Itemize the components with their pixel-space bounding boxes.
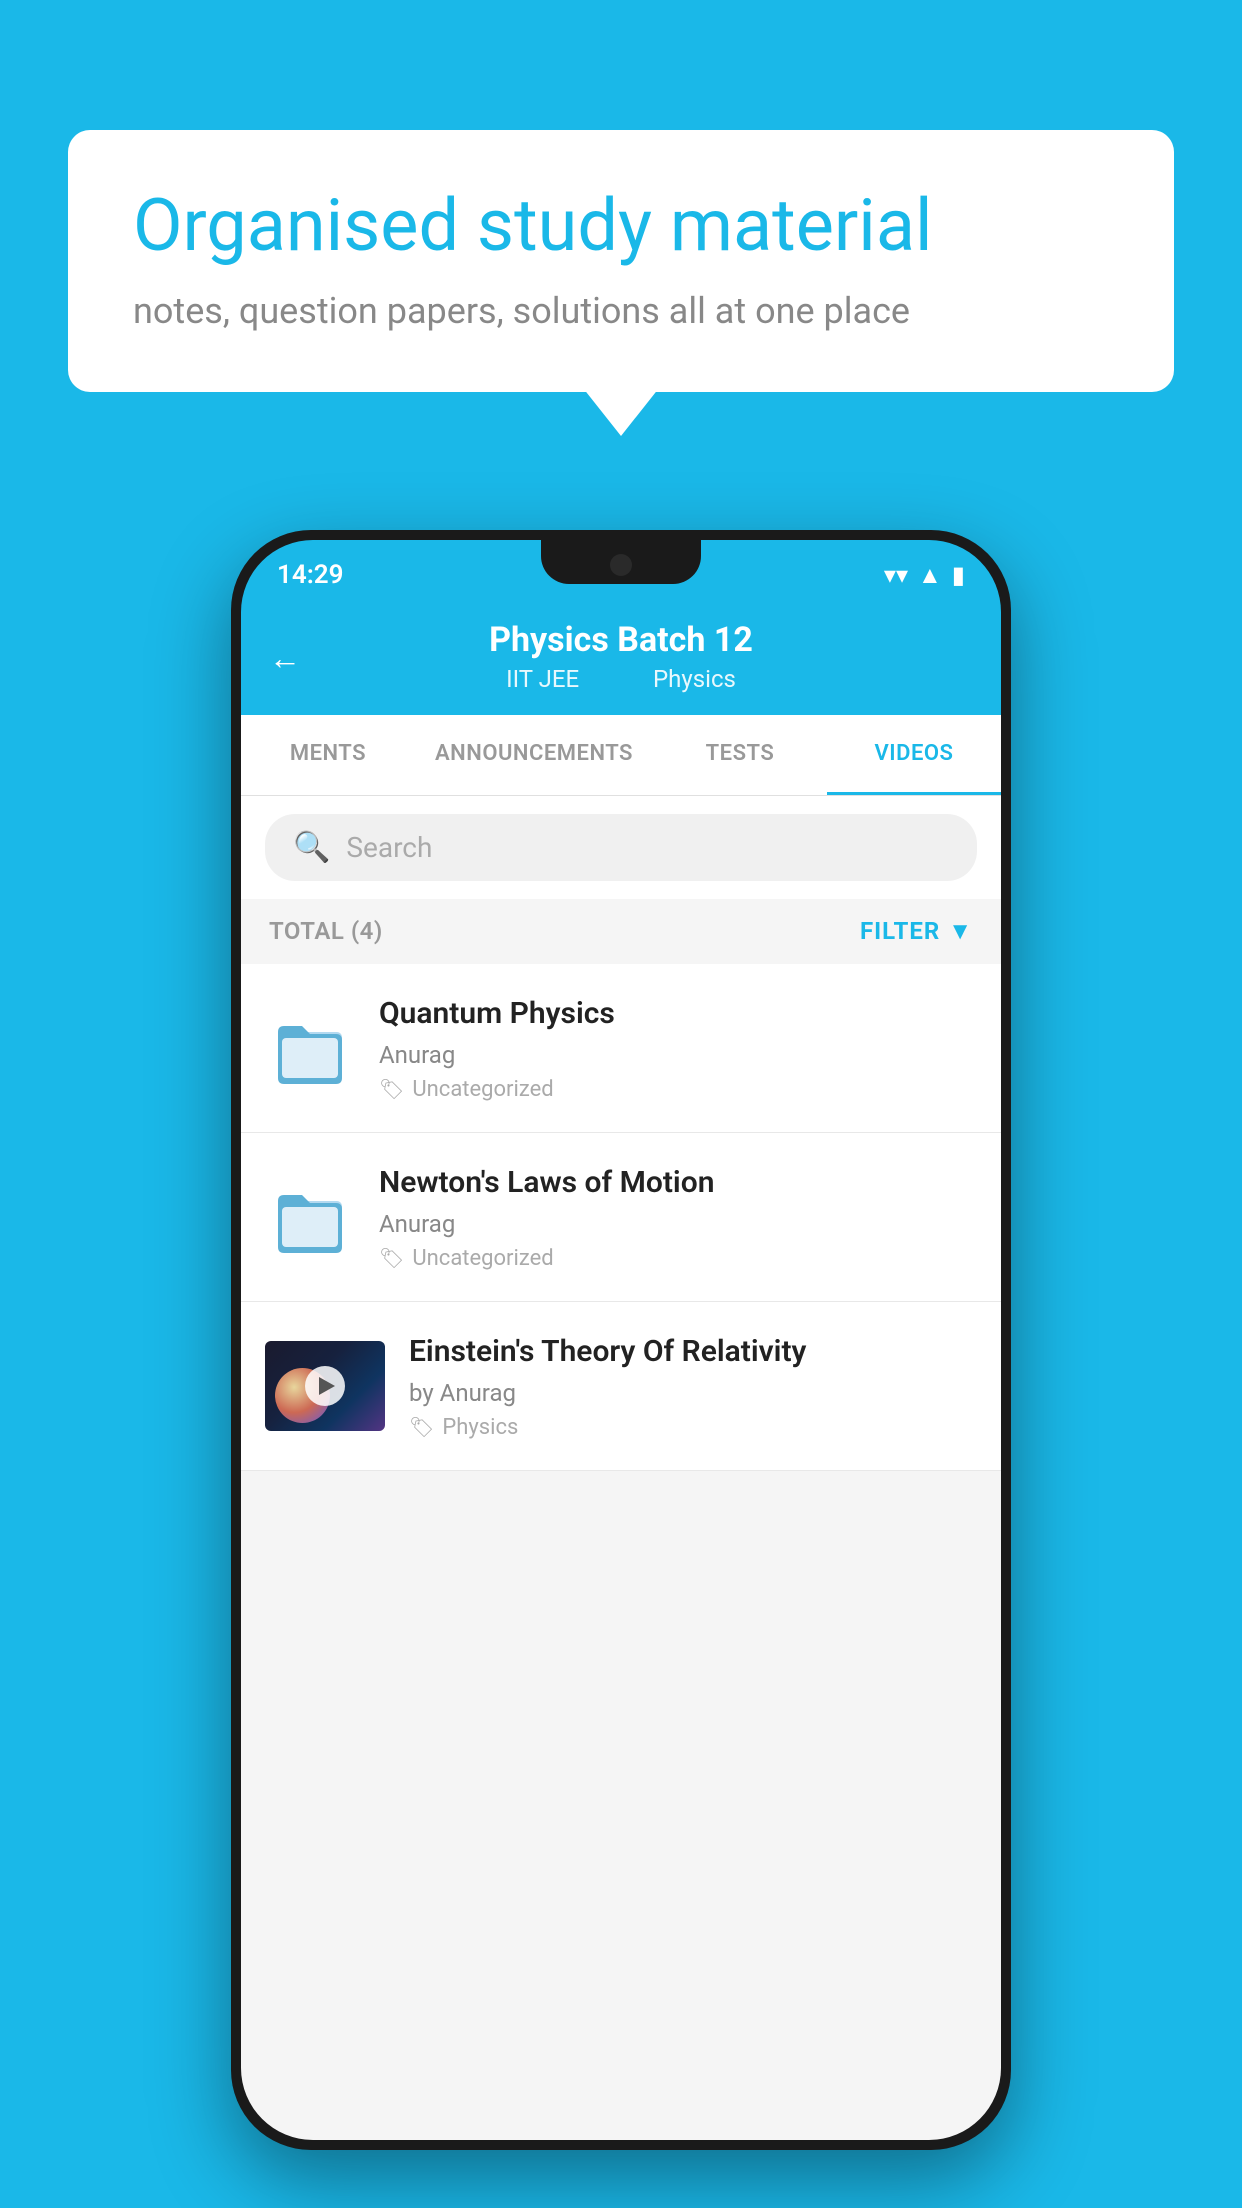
phone-frame: 14:29 ▾▾ ▲ ▮ ← Physics Batch 12 IIT JEE … <box>231 530 1011 2150</box>
filter-bar: TOTAL (4) FILTER ▼ <box>241 899 1001 964</box>
wifi-icon: ▾▾ <box>884 561 908 589</box>
search-bar-wrapper: 🔍 Search <box>241 796 1001 899</box>
header-title: Physics Batch 12 <box>271 620 971 661</box>
video-title-3: Einstein's Theory Of Relativity <box>409 1332 977 1371</box>
tag-icon-2: 🏷 <box>379 1246 404 1270</box>
video-folder-icon-wrap <box>265 1003 355 1093</box>
header-subtitle-sep <box>613 665 625 693</box>
tag-label-3: Physics <box>442 1415 518 1440</box>
video-thumbnail <box>265 1341 385 1431</box>
search-icon: 🔍 <box>293 830 330 865</box>
video-info-3: Einstein's Theory Of Relativity by Anura… <box>409 1332 977 1440</box>
status-time: 14:29 <box>277 560 344 590</box>
filter-label: FILTER <box>860 917 940 945</box>
status-icons: ▾▾ ▲ ▮ <box>884 561 965 590</box>
list-item[interactable]: Newton's Laws of Motion Anurag 🏷 Uncateg… <box>241 1133 1001 1302</box>
video-info-2: Newton's Laws of Motion Anurag 🏷 Uncateg… <box>379 1163 977 1271</box>
bubble-subtitle: notes, question papers, solutions all at… <box>133 290 1109 332</box>
tag-icon: 🏷 <box>379 1077 404 1101</box>
front-camera <box>610 554 632 576</box>
app-header: ← Physics Batch 12 IIT JEE Physics <box>241 602 1001 715</box>
filter-funnel-icon: ▼ <box>948 917 973 946</box>
tabs-bar: MENTS ANNOUNCEMENTS TESTS VIDEOS <box>241 715 1001 796</box>
video-tag: 🏷 Uncategorized <box>379 1077 977 1102</box>
phone-inner: 14:29 ▾▾ ▲ ▮ ← Physics Batch 12 IIT JEE … <box>241 540 1001 2140</box>
speech-bubble: Organised study material notes, question… <box>68 130 1174 392</box>
tab-videos[interactable]: VIDEOS <box>827 715 1001 795</box>
video-title: Quantum Physics <box>379 994 977 1033</box>
filter-button[interactable]: FILTER ▼ <box>860 917 973 946</box>
video-tag-3: 🏷 Physics <box>409 1415 977 1440</box>
speech-bubble-area: Organised study material notes, question… <box>68 130 1174 392</box>
battery-icon: ▮ <box>952 561 965 589</box>
folder-icon <box>274 1012 346 1084</box>
screen-content: 🔍 Search TOTAL (4) FILTER ▼ <box>241 796 1001 2140</box>
play-triangle-icon <box>319 1377 335 1395</box>
video-thumb-image <box>265 1341 385 1431</box>
tab-ments[interactable]: MENTS <box>241 715 415 795</box>
signal-icon: ▲ <box>918 561 942 590</box>
tag-icon-3: 🏷 <box>409 1415 434 1439</box>
tab-announcements[interactable]: ANNOUNCEMENTS <box>415 715 653 795</box>
list-item[interactable]: Einstein's Theory Of Relativity by Anura… <box>241 1302 1001 1471</box>
tag-label-2: Uncategorized <box>412 1246 553 1271</box>
video-author: Anurag <box>379 1041 977 1069</box>
search-placeholder: Search <box>346 831 432 864</box>
search-bar[interactable]: 🔍 Search <box>265 814 977 881</box>
video-author-3: by Anurag <box>409 1379 977 1407</box>
video-folder-icon-wrap-2 <box>265 1172 355 1262</box>
tab-tests[interactable]: TESTS <box>653 715 827 795</box>
total-count: TOTAL (4) <box>269 917 383 945</box>
header-subtitle-physics: Physics <box>653 665 736 693</box>
bubble-title: Organised study material <box>133 185 1109 268</box>
header-subtitle-iitjee: IIT JEE <box>506 665 579 693</box>
video-list: Quantum Physics Anurag 🏷 Uncategorized <box>241 964 1001 1471</box>
video-info: Quantum Physics Anurag 🏷 Uncategorized <box>379 994 977 1102</box>
video-author-2: Anurag <box>379 1210 977 1238</box>
list-item[interactable]: Quantum Physics Anurag 🏷 Uncategorized <box>241 964 1001 1133</box>
header-subtitle: IIT JEE Physics <box>271 665 971 693</box>
video-tag-2: 🏷 Uncategorized <box>379 1246 977 1271</box>
video-title-2: Newton's Laws of Motion <box>379 1163 977 1202</box>
phone-notch <box>541 540 701 584</box>
play-button[interactable] <box>305 1366 345 1406</box>
tag-label: Uncategorized <box>412 1077 553 1102</box>
folder-icon-2 <box>274 1181 346 1253</box>
back-button[interactable]: ← <box>269 639 301 677</box>
